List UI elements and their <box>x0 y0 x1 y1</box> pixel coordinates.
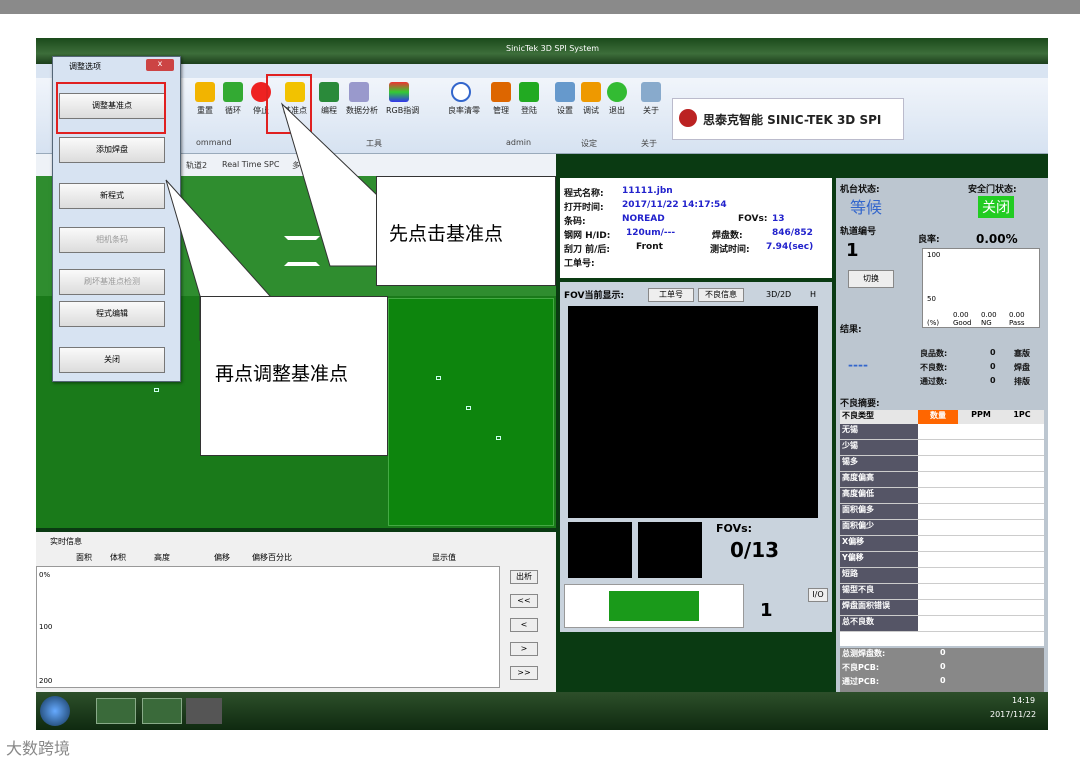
callout-adjust-fiducial: 再点调整基准点 <box>200 296 388 456</box>
arrow-to-fiducial <box>280 102 379 267</box>
callout-click-fiducial: 先点击基准点 <box>376 176 556 286</box>
callout-arrows <box>165 102 379 341</box>
watermark: 大数跨境 <box>6 739 71 758</box>
